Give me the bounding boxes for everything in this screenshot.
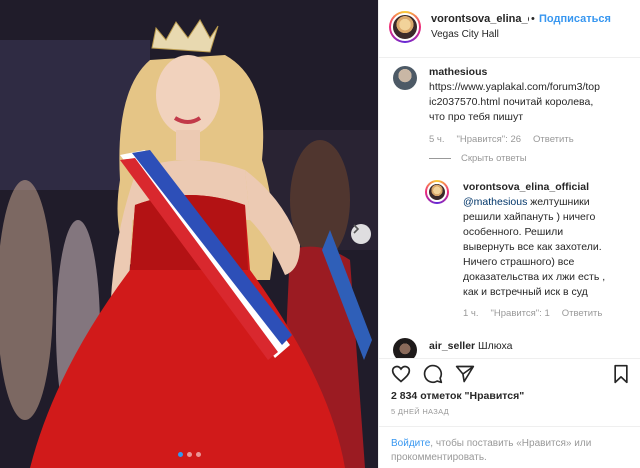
comment-username[interactable]: mathesious <box>429 66 487 78</box>
comment-text: Шлюха <box>478 340 513 352</box>
comment-likes[interactable]: "Нравится": 26 <box>457 134 522 145</box>
reply-text-line: решили хайпануть ) ничего <box>463 211 596 223</box>
post-date[interactable]: 5 ДНЕЙ НАЗАД <box>391 407 449 416</box>
login-link[interactable]: Войдите <box>391 438 430 449</box>
carousel-indicator <box>0 452 378 457</box>
reply-body: vorontsova_elina_official @mathesious же… <box>463 180 635 300</box>
author-username[interactable]: vorontsova_elina_c <box>431 13 529 25</box>
hide-replies-line <box>429 158 451 159</box>
chevron-right-icon <box>353 224 360 234</box>
reply-avatar[interactable] <box>425 180 449 204</box>
comment-text-line: что про тебя пишут <box>429 111 524 123</box>
share-icon[interactable] <box>455 364 475 384</box>
reply-text-line: вывернуть все как захотели. <box>463 241 602 253</box>
post-photo <box>0 0 378 468</box>
reply-meta: 1 ч. "Нравится": 1 Ответить <box>463 308 602 319</box>
comment-username[interactable]: air_seller <box>429 340 475 352</box>
login-prompt-bar: Войдите, чтобы поставить «Нравится» или … <box>379 426 640 468</box>
reply-button[interactable]: Ответить <box>562 308 603 319</box>
post-header: vorontsova_elina_c • Подписаться Vegas C… <box>379 0 640 58</box>
heart-icon[interactable] <box>391 364 411 384</box>
post-location[interactable]: Vegas City Hall <box>431 29 499 40</box>
comment-text-line: ic2037570.html почитай королева, <box>429 96 594 108</box>
author-avatar[interactable] <box>389 11 421 43</box>
carousel-dot <box>186 452 192 457</box>
hide-replies-label: Скрыть ответы <box>461 153 527 164</box>
hide-replies-button[interactable]: Скрыть ответы <box>429 153 527 164</box>
next-photo-button[interactable] <box>351 224 371 244</box>
commenter-avatar[interactable] <box>393 338 417 358</box>
post-actions <box>379 358 640 388</box>
reply-text-line: доказательства их лжи есть , <box>463 271 606 283</box>
author-avatar-image <box>391 13 419 41</box>
reply-button[interactable]: Ответить <box>533 134 574 145</box>
carousel-dot <box>195 452 201 457</box>
header-separator: • <box>531 13 535 25</box>
reply-text-line: как и встречный иск в суд <box>463 286 588 298</box>
reply-text-line: Ничего страшного) все <box>463 256 575 268</box>
comment-meta: 5 ч. "Нравится": 26 Ответить <box>429 134 574 145</box>
photo-illustration <box>0 0 378 468</box>
comment-text-line: https://www.yaplakal.com/forum3/top <box>429 81 600 93</box>
comment-body: mathesious https://www.yaplakal.com/foru… <box>429 65 634 125</box>
neck <box>176 130 200 160</box>
bookmark-icon[interactable] <box>611 364 631 384</box>
background-contestant-hair <box>290 140 350 260</box>
reply-mention[interactable]: @mathesious <box>463 196 527 208</box>
reply-username[interactable]: vorontsova_elina_official <box>463 181 589 193</box>
follow-button[interactable]: Подписаться <box>539 13 611 25</box>
likes-count[interactable]: 2 834 отметок "Нравится" <box>391 390 524 402</box>
commenter-avatar[interactable] <box>393 66 417 90</box>
comment-body: air_seller Шлюха <box>429 339 634 354</box>
post-side-panel: vorontsova_elina_c • Подписаться Vegas C… <box>378 0 640 468</box>
comment-time: 5 ч. <box>429 134 445 145</box>
reply-time: 1 ч. <box>463 308 479 319</box>
carousel-dot <box>177 452 183 457</box>
reply-avatar-image <box>427 182 447 202</box>
login-prompt: Войдите, чтобы поставить «Нравится» или … <box>391 437 631 465</box>
comments-list[interactable]: mathesious https://www.yaplakal.com/foru… <box>379 58 640 358</box>
reply-text-line: желтушники <box>527 196 590 208</box>
comment-icon[interactable] <box>423 364 443 384</box>
reply-text-line: особенного. Решили <box>463 226 564 238</box>
reply-likes[interactable]: "Нравится": 1 <box>491 308 550 319</box>
